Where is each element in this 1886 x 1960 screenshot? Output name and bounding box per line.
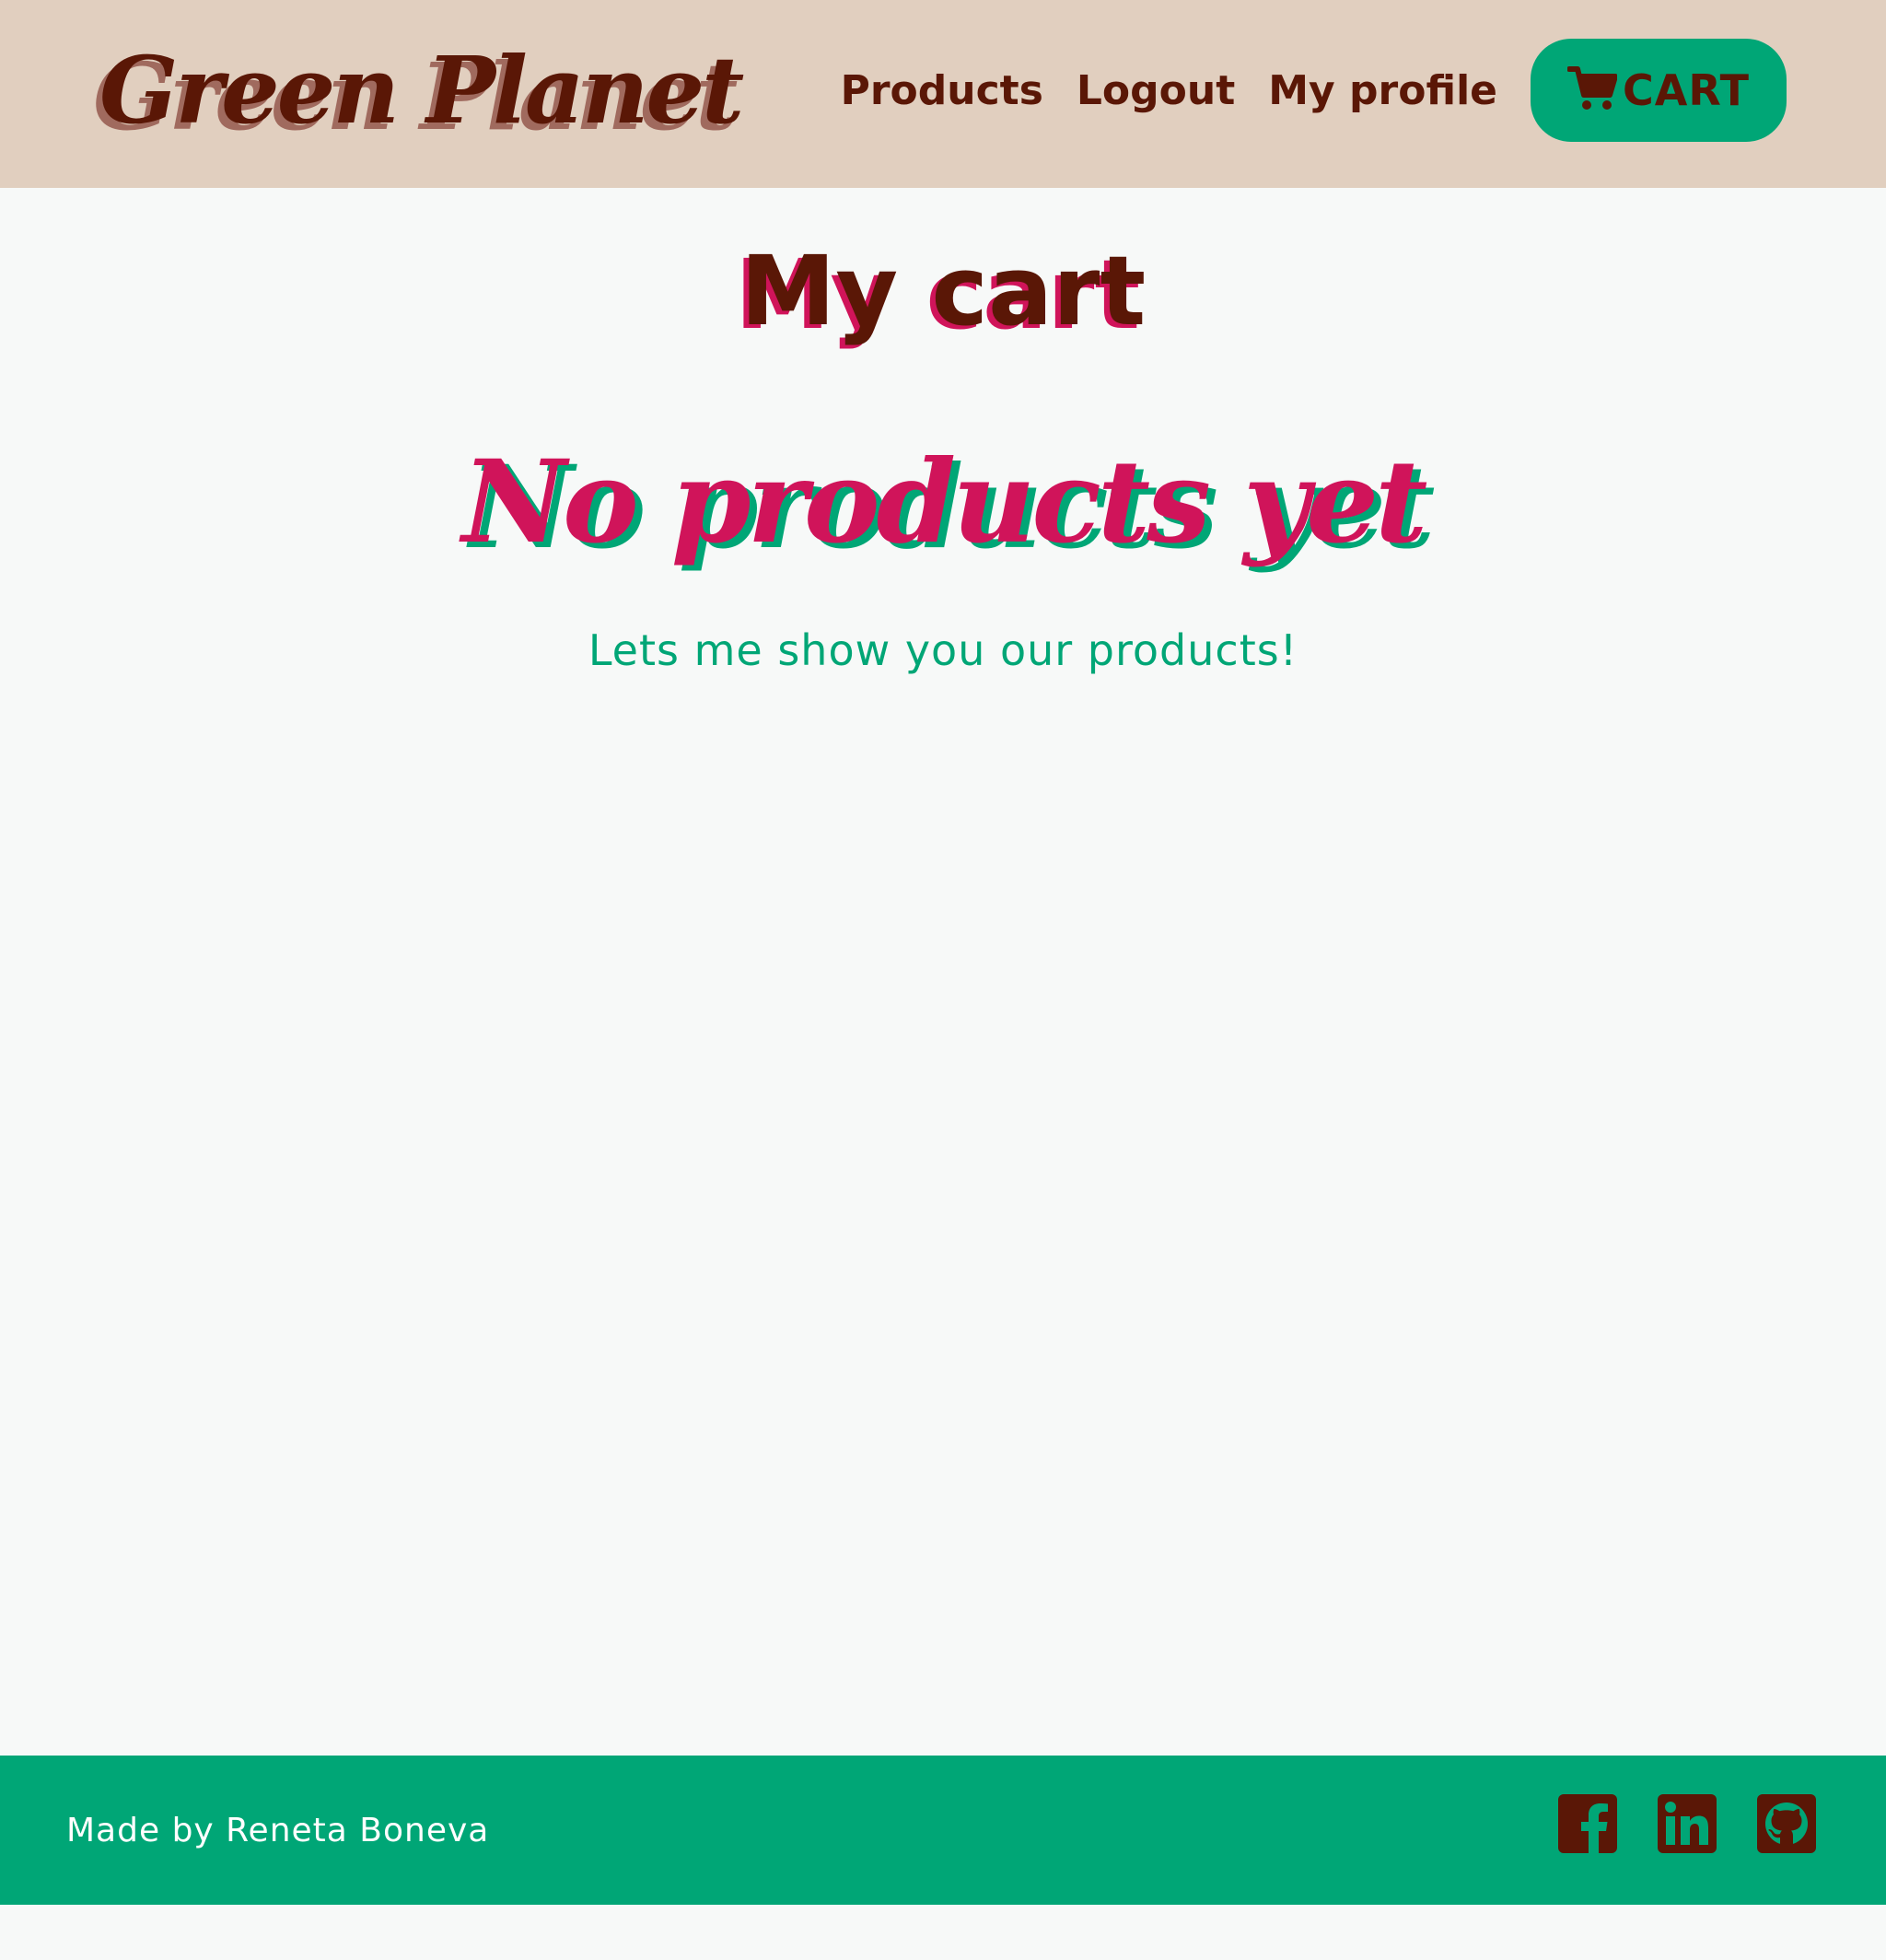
empty-cart-heading: No products yet [461, 436, 1428, 569]
main-nav: Products Logout My profile CART [841, 39, 1787, 142]
social-links [1558, 1794, 1816, 1853]
site-footer: Made by Reneta Boneva [0, 1756, 1886, 1905]
nav-logout-link[interactable]: Logout [1077, 67, 1235, 114]
cart-page: My cart No products yet Lets me show you… [0, 188, 1886, 1756]
cart-button[interactable]: CART [1531, 39, 1787, 142]
nav-profile-link[interactable]: My profile [1268, 67, 1497, 114]
nav-products-link[interactable]: Products [841, 67, 1043, 114]
shopping-cart-icon [1566, 66, 1617, 110]
footer-credit: Made by Reneta Boneva [66, 1812, 490, 1849]
cart-label: CART [1622, 65, 1751, 115]
brand-logo[interactable]: Green Planet [99, 26, 744, 155]
github-icon[interactable] [1757, 1794, 1816, 1853]
linkedin-icon[interactable] [1658, 1794, 1717, 1853]
page-bottom [0, 1905, 1886, 1960]
site-header: Green Planet Products Logout My profile … [0, 0, 1886, 188]
show-products-link[interactable]: Lets me show you our products! [0, 621, 1886, 680]
facebook-icon[interactable] [1558, 1794, 1617, 1853]
page-title: My cart [739, 235, 1147, 347]
